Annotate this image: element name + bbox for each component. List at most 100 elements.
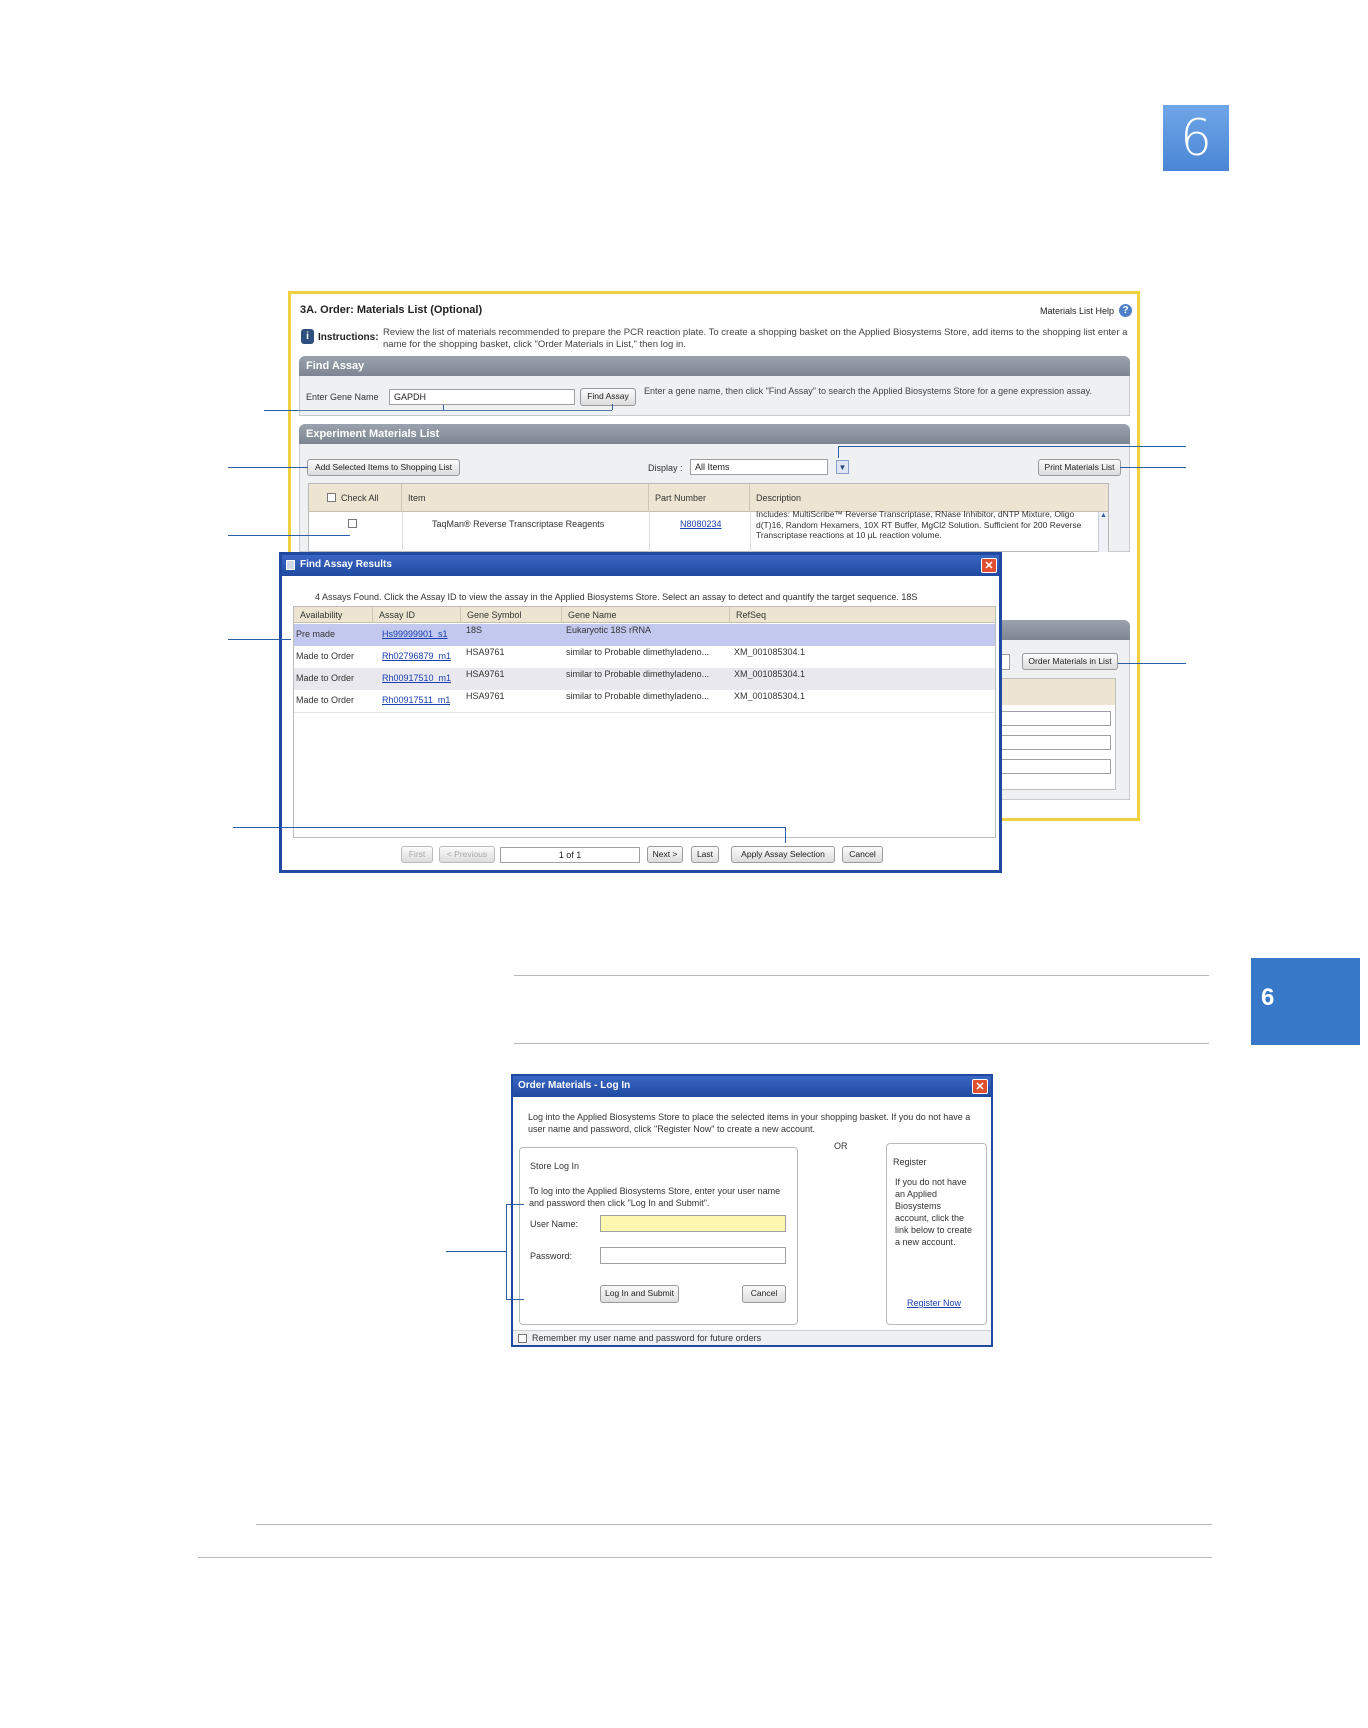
callout-line [785, 827, 786, 843]
results-summary: 4 Assays Found. Click the Assay ID to vi… [315, 592, 918, 602]
gene-symbol-cell: 18S [466, 625, 483, 635]
scroll-up-icon[interactable]: ▲ [1099, 512, 1108, 519]
order-materials-login-dialog: Order Materials - Log In ✕ Log into the … [511, 1074, 993, 1347]
table-row[interactable]: Pre made Hs99999901_s1 18S Eukaryotic 18… [294, 624, 995, 647]
gene-name-cell: similar to Probable dimethyladeno... [566, 669, 710, 679]
dialog-title-bar: Order Materials - Log In ✕ [513, 1076, 991, 1097]
quantity-field[interactable] [997, 735, 1111, 750]
or-label: OR [834, 1141, 848, 1151]
chevron-down-icon[interactable]: ▼ [836, 460, 849, 474]
password-input[interactable] [600, 1247, 786, 1264]
section-divider [514, 1043, 1209, 1044]
gene-name-cell: similar to Probable dimethyladeno... [566, 647, 710, 657]
find-assay-hint: Enter a gene name, then click "Find Assa… [644, 386, 1092, 396]
last-page-button[interactable]: Last [691, 846, 719, 863]
username-label: User Name: [530, 1219, 579, 1229]
store-login-panel: Store Log In To log into the Applied Bio… [519, 1147, 798, 1325]
shopping-list-table-partial [996, 678, 1116, 790]
callout-line [506, 1299, 524, 1300]
find-assay-button[interactable]: Find Assay [580, 388, 636, 406]
cancel-button[interactable]: Cancel [742, 1285, 786, 1303]
register-panel: Register If you do not have an Applied B… [886, 1143, 987, 1325]
callout-line [228, 535, 350, 536]
log-in-and-submit-button[interactable]: Log In and Submit [600, 1285, 679, 1303]
order-materials-button[interactable]: Order Materials in List [1022, 653, 1118, 670]
assay-id-link[interactable]: Rh00917511_m1 [382, 695, 450, 705]
quantity-field[interactable] [997, 759, 1111, 774]
quantity-field[interactable] [997, 711, 1111, 726]
dialog-title: Order Materials - Log In [518, 1080, 631, 1091]
gene-name-input[interactable]: GAPDH [389, 389, 575, 405]
register-text: If you do not have an Applied Biosystems… [895, 1177, 973, 1247]
availability-column-header: Availability [294, 607, 373, 623]
dialog-title-bar: Find Assay Results ✕ [282, 555, 999, 576]
apply-assay-selection-button[interactable]: Apply Assay Selection [731, 846, 835, 863]
check-all-column[interactable]: Check All [309, 484, 402, 512]
description-text: Includes: MultiScribe™ Reverse Transcrip… [756, 509, 1082, 540]
item-column-header: Item [402, 484, 649, 512]
store-login-text: To log into the Applied Biosystems Store… [529, 1186, 781, 1208]
assay-id-link[interactable]: Rh02796879_m1 [382, 651, 451, 661]
materials-list-help-link[interactable]: Materials List Help ? [1040, 304, 1133, 317]
check-all-checkbox[interactable] [327, 493, 336, 502]
display-label: Display : [648, 463, 683, 473]
table-row[interactable]: Made to Order Rh02796879_m1 HSA9761 simi… [294, 646, 995, 669]
callout-line [612, 404, 613, 410]
callout-line [233, 827, 786, 828]
next-page-button[interactable]: Next > [647, 846, 683, 863]
table-row[interactable]: Made to Order Rh00917510_m1 HSA9761 simi… [294, 668, 995, 691]
gene-name-label: Enter Gene Name [306, 392, 379, 402]
register-now-link[interactable]: Register Now [907, 1298, 961, 1308]
callout-line [228, 639, 291, 640]
display-select[interactable]: All Items [690, 459, 828, 475]
assay-id-link[interactable]: Rh00917510_m1 [382, 673, 451, 683]
first-page-button[interactable]: First [401, 846, 433, 863]
results-table: Availability Assay ID Gene Symbol Gene N… [293, 606, 996, 838]
materials-scrollbar[interactable]: ▲ [1098, 512, 1108, 552]
table-row[interactable]: Made to Order Rh00917511_m1 HSA9761 simi… [294, 690, 995, 713]
callout-line [506, 1204, 524, 1205]
login-intro: Log into the Applied Biosystems Store to… [528, 1112, 971, 1134]
remember-me-label: Remember my user name and password for f… [532, 1333, 762, 1343]
info-icon: i [301, 329, 314, 344]
gene-name-cell: Eukaryotic 18S rRNA [566, 625, 652, 635]
instructions-label: Instructions: [318, 332, 379, 343]
display-select-value: All Items [695, 462, 730, 472]
previous-page-button[interactable]: < Previous [439, 846, 495, 863]
close-icon[interactable]: ✕ [972, 1079, 988, 1094]
footer-rule [256, 1524, 1212, 1525]
page-title: 3A. Order: Materials List (Optional) [300, 304, 483, 316]
gene-symbol-column-header: Gene Symbol [461, 607, 562, 623]
page-indicator: 1 of 1 [500, 847, 640, 863]
username-input[interactable] [600, 1215, 786, 1232]
add-to-shopping-list-button[interactable]: Add Selected Items to Shopping List [307, 459, 460, 476]
results-table-header: Availability Assay ID Gene Symbol Gene N… [294, 607, 995, 623]
callout-line [506, 1204, 507, 1300]
callout-line [264, 410, 298, 411]
help-icon[interactable]: ? [1119, 304, 1133, 317]
materials-list-header: Experiment Materials List [299, 424, 1130, 444]
find-assay-results-dialog: Find Assay Results ✕ 4 Assays Found. Cli… [279, 552, 1002, 873]
availability-cell: Made to Order [296, 673, 355, 683]
callout-line [838, 446, 839, 458]
refseq-column-header: RefSeq [736, 610, 767, 620]
part-number-link[interactable]: N8080234 [680, 519, 722, 529]
gene-symbol-cell: HSA9761 [466, 669, 505, 679]
remember-me-checkbox[interactable] [518, 1334, 527, 1343]
availability-cell: Pre made [296, 629, 336, 639]
description-column-header: Description [756, 493, 802, 503]
instructions-text: Review the list of materials recommended… [383, 327, 1128, 350]
section-divider [514, 975, 1209, 976]
refseq-cell: XM_001085304.1 [734, 669, 806, 679]
close-icon[interactable]: ✕ [981, 558, 997, 573]
print-materials-list-button[interactable]: Print Materials List [1038, 459, 1121, 476]
assay-id-link[interactable]: Hs99999901_s1 [382, 629, 448, 639]
remember-me-row[interactable]: Remember my user name and password for f… [513, 1330, 991, 1345]
find-assay-header: Find Assay [299, 356, 1130, 376]
assay-id-column-header: Assay ID [373, 607, 461, 623]
cancel-button[interactable]: Cancel [842, 846, 883, 863]
table-row: TaqMan® Reverse Transcriptase Reagents N… [309, 509, 1098, 552]
row-checkbox[interactable] [348, 519, 357, 528]
store-login-heading: Store Log In [530, 1161, 580, 1171]
gene-symbol-cell: HSA9761 [466, 647, 505, 657]
